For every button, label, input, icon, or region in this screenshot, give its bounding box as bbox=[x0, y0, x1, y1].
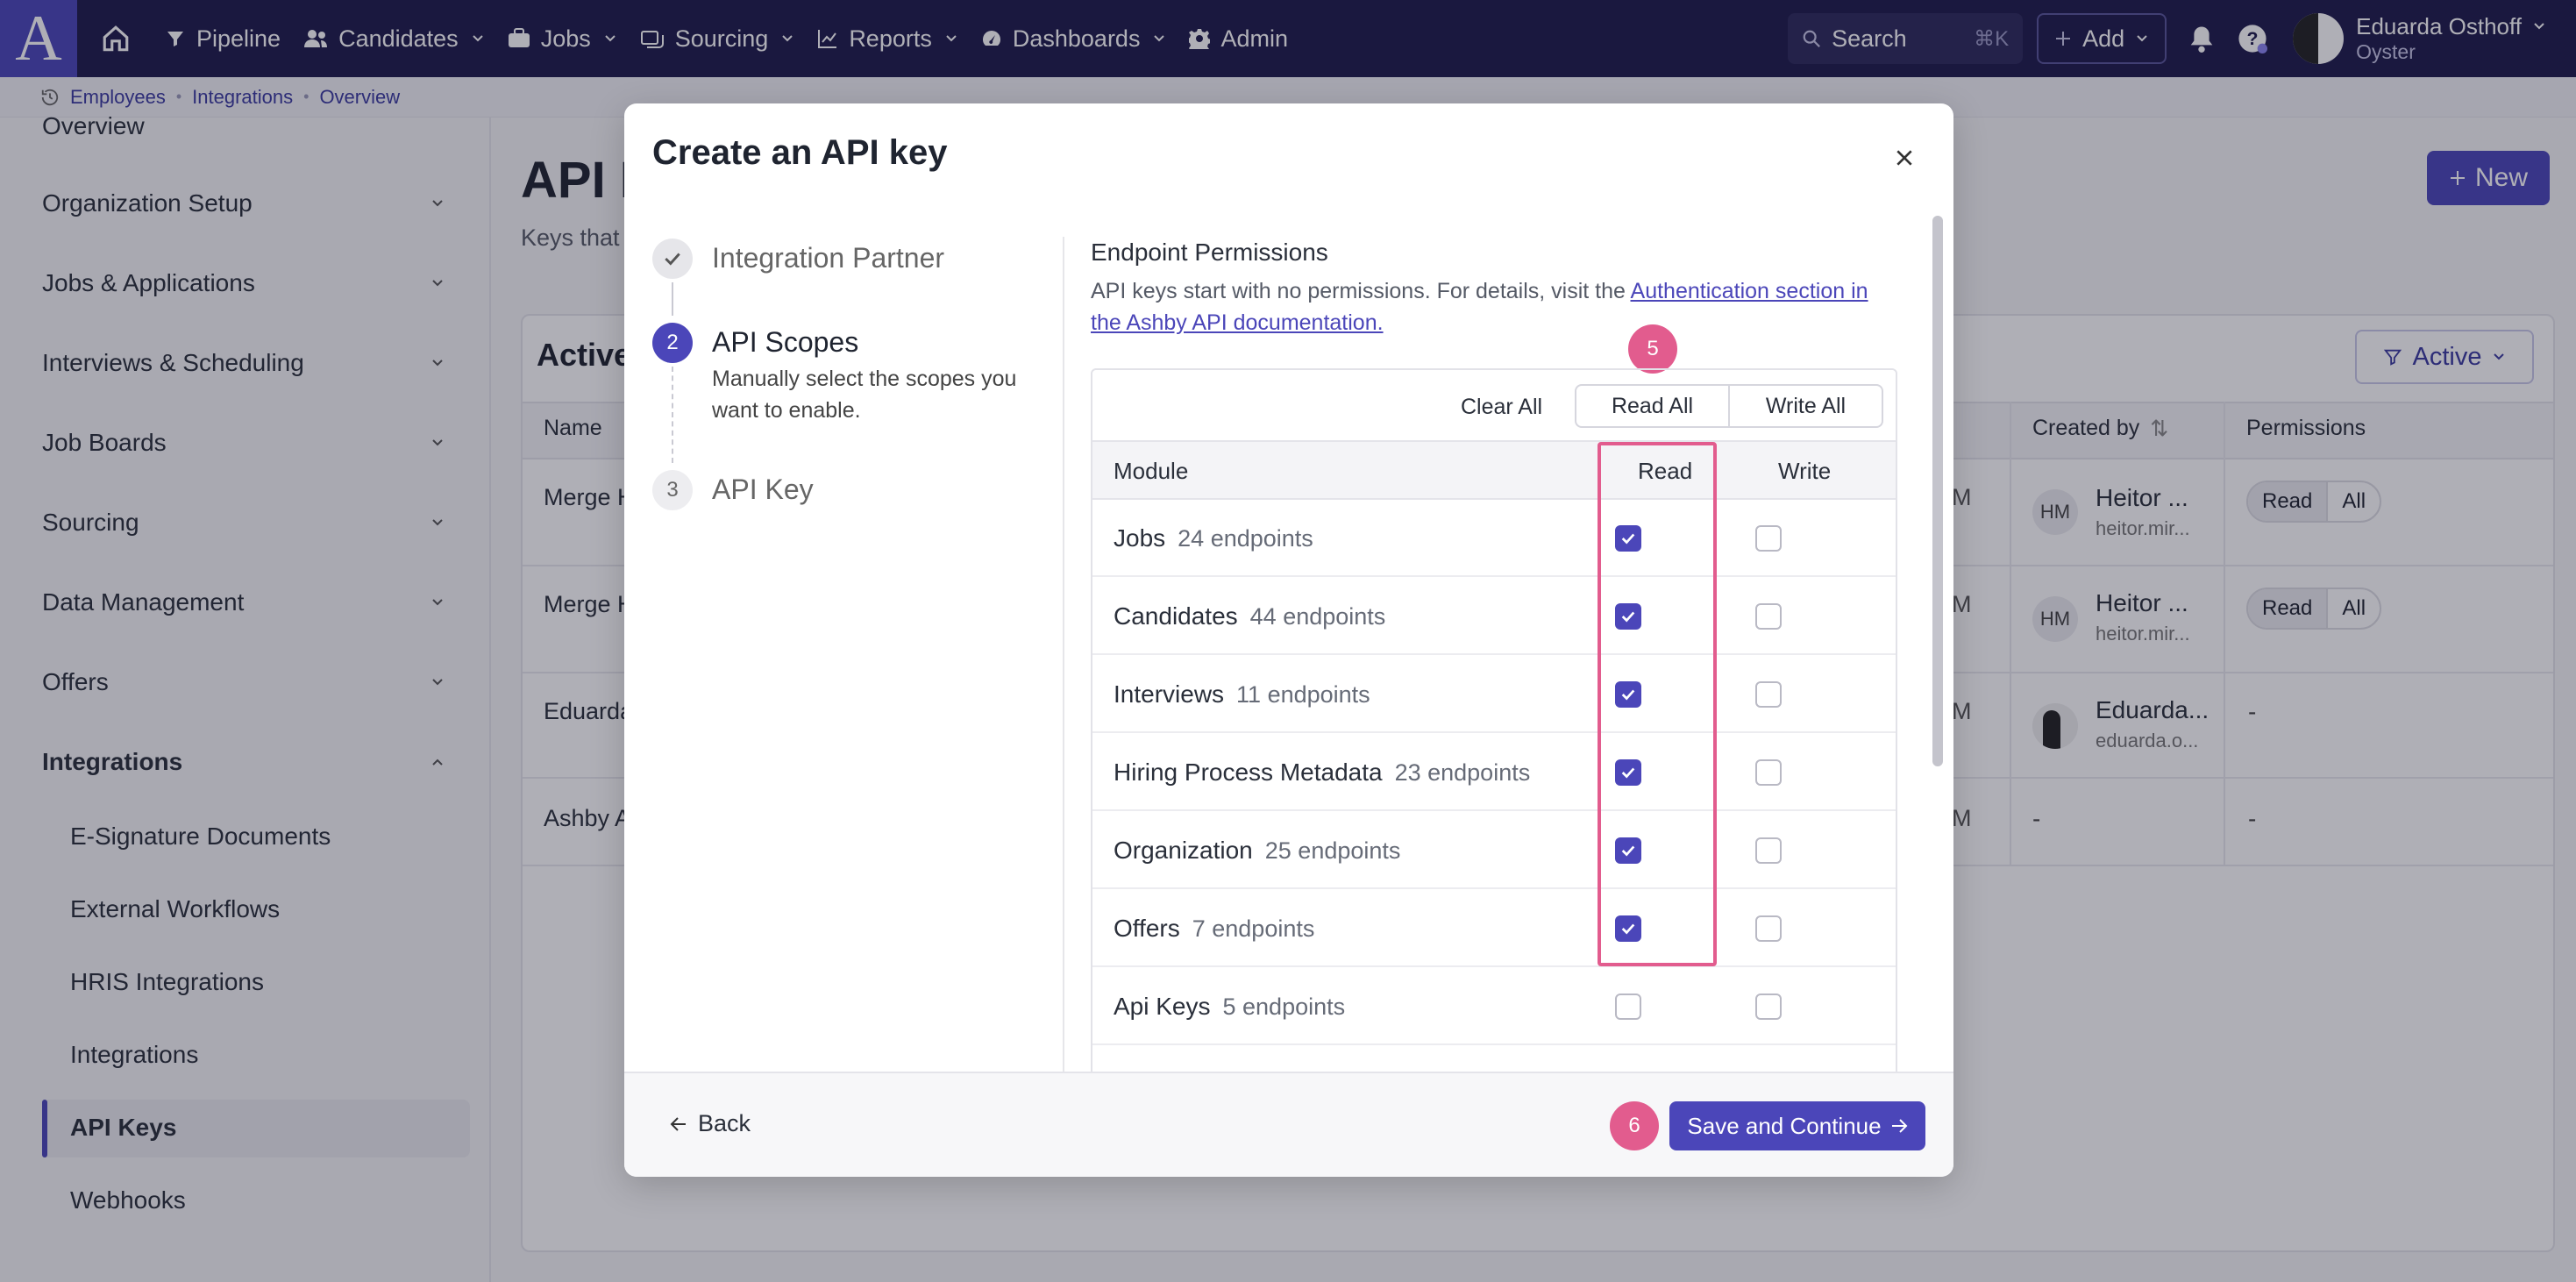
module-endpoint-count: 25 endpoints bbox=[1264, 837, 1401, 864]
module-endpoint-count: 5 endpoints bbox=[1222, 993, 1346, 1020]
write-checkbox[interactable] bbox=[1755, 681, 1782, 708]
bulk-select-group: Read All Write All bbox=[1575, 384, 1883, 428]
back-label: Back bbox=[698, 1110, 751, 1136]
arrow-right-icon bbox=[1890, 1118, 1908, 1134]
column-write: Write bbox=[1778, 458, 1832, 484]
step-badge-5: 5 bbox=[1628, 324, 1677, 374]
module-name: Interviews bbox=[1114, 680, 1225, 708]
arrow-left-icon bbox=[670, 1116, 687, 1132]
read-checkbox[interactable] bbox=[1615, 994, 1641, 1020]
step-2-indicator: 2 bbox=[652, 323, 693, 363]
step-3-label: API Key bbox=[712, 474, 814, 505]
check-icon bbox=[665, 253, 680, 266]
write-checkbox[interactable] bbox=[1755, 759, 1782, 786]
permissions-header bbox=[1092, 442, 1896, 500]
step-2-label: API Scopes bbox=[712, 326, 859, 358]
module-row: Api Keys 5 endpoints bbox=[1092, 968, 1896, 1045]
module-label: Candidates 44 endpoints bbox=[1114, 578, 1385, 655]
write-all-button[interactable]: Write All bbox=[1730, 386, 1882, 426]
module-name: Offers bbox=[1114, 915, 1180, 942]
module-endpoint-count: 44 endpoints bbox=[1249, 602, 1386, 630]
step-badge-6: 6 bbox=[1610, 1101, 1659, 1150]
module-row: Candidates 44 endpoints bbox=[1092, 578, 1896, 655]
module-label: Offers 7 endpoints bbox=[1114, 890, 1314, 967]
module-endpoint-count: 23 endpoints bbox=[1394, 759, 1531, 786]
module-row: Interviews 11 endpoints bbox=[1092, 656, 1896, 733]
module-label: Api Keys 5 endpoints bbox=[1114, 968, 1345, 1045]
module-row: Jobs 24 endpoints bbox=[1092, 500, 1896, 577]
step-connector bbox=[672, 367, 673, 463]
step-1-indicator bbox=[652, 239, 693, 279]
module-label: Organization 25 endpoints bbox=[1114, 812, 1400, 889]
module-endpoint-count: 24 endpoints bbox=[1178, 524, 1313, 552]
write-checkbox[interactable] bbox=[1755, 837, 1782, 864]
module-row: Organization 25 endpoints bbox=[1092, 812, 1896, 889]
module-label: Jobs 24 endpoints bbox=[1114, 500, 1313, 577]
save-label: Save and Continue bbox=[1687, 1112, 1882, 1139]
module-name: Hiring Process Metadata bbox=[1114, 759, 1383, 786]
section-title: Endpoint Permissions bbox=[1091, 239, 1328, 266]
module-name: Api Keys bbox=[1114, 993, 1211, 1020]
pane-divider bbox=[1063, 237, 1064, 1173]
step-2-description: Manually select the scopes you want to e… bbox=[712, 367, 1017, 424]
section-description: API keys start with no permissions. For … bbox=[1091, 275, 1880, 339]
read-all-button[interactable]: Read All bbox=[1576, 386, 1730, 426]
save-and-continue-button[interactable]: Save and Continue bbox=[1669, 1101, 1925, 1150]
step-1-label[interactable]: Integration Partner bbox=[712, 242, 944, 274]
module-label: Hiring Process Metadata 23 endpoints bbox=[1114, 734, 1530, 811]
module-row: Offers 7 endpoints bbox=[1092, 890, 1896, 967]
section-description-text: API keys start with no permissions. For … bbox=[1091, 279, 1631, 303]
module-label: Interviews 11 endpoints bbox=[1114, 656, 1370, 733]
read-column-highlight bbox=[1598, 442, 1717, 966]
write-checkbox[interactable] bbox=[1755, 994, 1782, 1020]
module-endpoint-count: 7 endpoints bbox=[1192, 915, 1315, 942]
step-connector bbox=[672, 282, 673, 316]
back-button[interactable]: Back bbox=[670, 1110, 751, 1137]
step-3-indicator: 3 bbox=[652, 470, 693, 510]
clear-all-button[interactable]: Clear All bbox=[1461, 388, 1542, 426]
module-name: Candidates bbox=[1114, 602, 1238, 630]
column-module: Module bbox=[1114, 458, 1189, 484]
module-endpoint-count: 11 endpoints bbox=[1236, 680, 1370, 708]
close-icon[interactable] bbox=[1885, 139, 1924, 177]
modal-scrollbar-thumb[interactable] bbox=[1932, 216, 1943, 766]
module-name: Organization bbox=[1114, 837, 1253, 864]
create-api-key-modal: Create an API key Integration Partner 2 … bbox=[624, 103, 1953, 1177]
module-row: Hiring Process Metadata 23 endpoints bbox=[1092, 734, 1896, 811]
write-checkbox[interactable] bbox=[1755, 525, 1782, 552]
write-checkbox[interactable] bbox=[1755, 915, 1782, 942]
write-checkbox[interactable] bbox=[1755, 603, 1782, 630]
modal-title: Create an API key bbox=[652, 133, 948, 172]
module-name: Jobs bbox=[1114, 524, 1166, 552]
